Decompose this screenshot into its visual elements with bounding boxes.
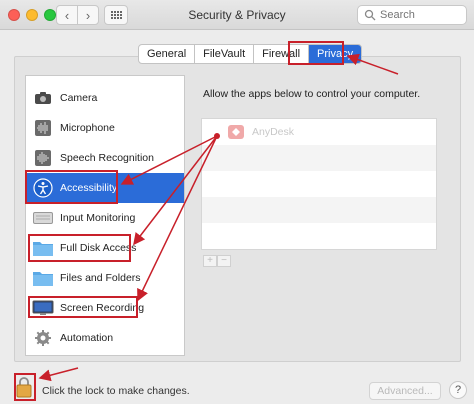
sidebar-item-camera[interactable]: Camera bbox=[26, 83, 184, 113]
permission-description: Allow the apps below to control your com… bbox=[203, 88, 421, 100]
folder-icon bbox=[32, 268, 54, 288]
remove-app-button[interactable]: − bbox=[217, 255, 231, 267]
list-item bbox=[202, 223, 436, 249]
sidebar-item-accessibility[interactable]: Accessibility bbox=[26, 173, 184, 203]
tab-filevault[interactable]: FileVault bbox=[195, 45, 255, 63]
sidebar-item-full-disk-access[interactable]: Full Disk Access bbox=[26, 233, 184, 263]
lock-icon[interactable] bbox=[16, 376, 32, 398]
app-row-anydesk[interactable]: AnyDesk bbox=[202, 119, 436, 145]
footer-bar: Click the lock to make changes. Advanced… bbox=[0, 364, 474, 404]
tab-general[interactable]: General bbox=[139, 45, 196, 63]
app-permission-list[interactable]: AnyDesk bbox=[201, 118, 437, 250]
accessibility-icon bbox=[32, 178, 54, 198]
sidebar-item-input-monitoring[interactable]: Input Monitoring bbox=[26, 203, 184, 233]
add-remove-controls: + − bbox=[203, 255, 231, 267]
privacy-category-list[interactable]: Camera Microphone Speech Recognition Acc… bbox=[25, 75, 185, 356]
help-button[interactable]: ? bbox=[449, 381, 467, 399]
security-privacy-window: ‹ › Security & Privacy General FileVault… bbox=[0, 0, 474, 404]
gear-icon bbox=[32, 328, 54, 348]
search-field[interactable] bbox=[357, 5, 467, 25]
list-item bbox=[202, 145, 436, 171]
sidebar-item-label: Files and Folders bbox=[60, 272, 141, 284]
sidebar-item-label: Automation bbox=[60, 332, 114, 344]
search-input[interactable] bbox=[380, 9, 460, 21]
lock-instruction: Click the lock to make changes. bbox=[42, 385, 190, 397]
sidebar-item-speech-recognition[interactable]: Speech Recognition bbox=[26, 143, 184, 173]
microphone-icon bbox=[32, 118, 54, 138]
tab-firewall[interactable]: Firewall bbox=[254, 45, 310, 63]
folder-icon bbox=[32, 238, 54, 258]
sidebar-item-screen-recording[interactable]: Screen Recording bbox=[26, 293, 184, 323]
sidebar-item-automation[interactable]: Automation bbox=[26, 323, 184, 353]
tab-privacy[interactable]: Privacy bbox=[309, 45, 362, 63]
app-name: AnyDesk bbox=[252, 126, 295, 138]
title-bar: ‹ › Security & Privacy bbox=[0, 0, 474, 30]
add-app-button[interactable]: + bbox=[203, 255, 217, 267]
sidebar-item-label: Speech Recognition bbox=[60, 152, 154, 164]
speech-recognition-icon bbox=[32, 148, 54, 168]
display-icon bbox=[32, 298, 54, 318]
camera-icon bbox=[32, 88, 54, 108]
sidebar-item-files-and-folders[interactable]: Files and Folders bbox=[26, 263, 184, 293]
sidebar-item-label: Camera bbox=[60, 92, 98, 104]
keyboard-icon bbox=[32, 208, 54, 228]
sidebar-item-microphone[interactable]: Microphone bbox=[26, 113, 184, 143]
list-item bbox=[202, 171, 436, 197]
advanced-button[interactable]: Advanced... bbox=[369, 382, 441, 400]
anydesk-icon bbox=[228, 125, 244, 139]
sidebar-item-label: Input Monitoring bbox=[60, 212, 136, 224]
sidebar-item-label: Screen Recording bbox=[60, 302, 145, 314]
sidebar-item-label: Accessibility bbox=[60, 182, 118, 194]
sidebar-item-label: Full Disk Access bbox=[60, 242, 137, 254]
list-item bbox=[202, 197, 436, 223]
tab-bar: General FileVault Firewall Privacy bbox=[138, 44, 363, 64]
sidebar-item-label: Microphone bbox=[60, 122, 115, 134]
search-icon bbox=[364, 9, 376, 21]
